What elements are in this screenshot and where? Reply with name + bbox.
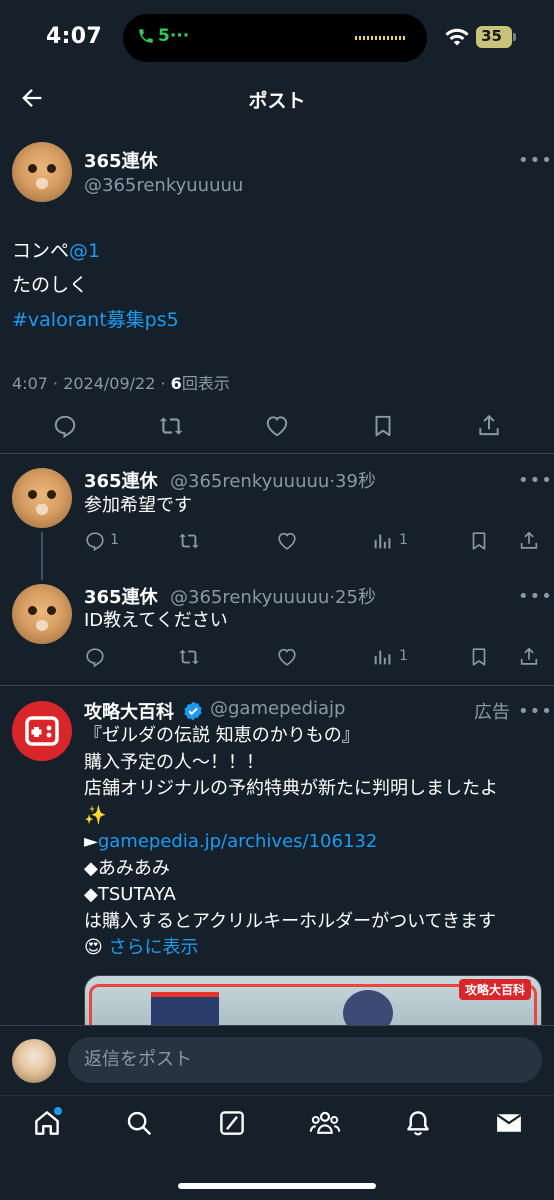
like-heart-icon[interactable] — [264, 413, 290, 439]
ad-line: 『ゼルダの伝説 知恵のかりもの』 — [84, 725, 360, 746]
wifi-icon — [445, 28, 469, 46]
gamepad-logo-icon — [25, 716, 59, 746]
repost-icon[interactable] — [158, 413, 184, 439]
reply-icon[interactable] — [52, 413, 78, 439]
ad-image-logo: 攻略大百科 — [458, 979, 531, 1000]
reply-icon[interactable] — [84, 646, 106, 668]
ad-line: は購入するとアクリルキーホルダーがついてきます — [84, 910, 497, 932]
search-icon[interactable] — [124, 1108, 154, 1138]
share-icon[interactable] — [476, 413, 502, 439]
advertiser-name[interactable]: 攻略大百科 — [84, 698, 174, 724]
battery-indicator: 35 — [476, 26, 516, 48]
repost-icon[interactable] — [178, 530, 200, 552]
more-options-icon[interactable]: ••• — [518, 701, 553, 722]
reply-input[interactable]: 返信をポスト — [68, 1037, 542, 1083]
ad-line: 店舗オリジナルの予約特典が新たに判明しましたよ — [84, 778, 498, 799]
communities-icon[interactable] — [309, 1108, 341, 1138]
more-options-icon[interactable]: ••• — [518, 470, 553, 491]
share-icon[interactable] — [518, 530, 540, 552]
author-avatar[interactable] — [12, 142, 72, 202]
views-count: 1 — [399, 532, 408, 548]
reply-avatar[interactable] — [12, 584, 72, 644]
like-heart-icon[interactable] — [276, 530, 298, 552]
status-bar: 4:07 5··· 35 — [0, 0, 554, 76]
ad-url-link[interactable]: gamepedia.jp/archives/106132 — [98, 831, 377, 852]
ad-line-more: 😍 さらに表示 — [84, 937, 199, 958]
mention-link[interactable]: @1 — [69, 240, 100, 262]
views-chart-icon[interactable] — [372, 646, 394, 668]
ad-line: 購入予定の人～！！！ — [84, 751, 264, 773]
messages-envelope-icon[interactable] — [494, 1108, 524, 1138]
advertiser-handle[interactable]: @gamepediajp — [210, 698, 345, 719]
grok-icon[interactable] — [217, 1108, 247, 1138]
post-meta: 4:07 · 2024/09/22 · 6回表示 — [12, 374, 230, 393]
ad-line: ◆あみあみ — [84, 857, 170, 879]
audio-waveform-icon — [355, 36, 407, 40]
ad-link-line: ►gamepedia.jp/archives/106132 — [84, 831, 378, 852]
ad-label: 広告 — [474, 702, 510, 723]
like-heart-icon[interactable] — [276, 646, 298, 668]
bookmark-icon[interactable] — [468, 530, 490, 552]
more-options-icon[interactable]: ••• — [518, 586, 553, 607]
home-indicator[interactable] — [178, 1183, 376, 1189]
call-duration: 5··· — [158, 26, 190, 46]
reply-icon[interactable] — [84, 530, 106, 552]
show-more-link[interactable]: さらに表示 — [109, 937, 199, 958]
divider — [0, 453, 554, 454]
post-text-line-2: たのしく — [12, 274, 89, 296]
current-user-avatar[interactable] — [12, 1039, 56, 1083]
hashtag-link[interactable]: #valorant募集ps5 — [12, 303, 179, 337]
reply-text: ID教えてください — [84, 610, 228, 631]
reply-text: 参加希望です — [84, 495, 192, 516]
author-name[interactable]: 365連休 — [84, 147, 158, 173]
ad-line: ✨ — [84, 804, 107, 826]
home-notification-dot — [54, 1107, 62, 1115]
more-options-icon[interactable]: ••• — [518, 150, 553, 171]
dynamic-island[interactable]: 5··· — [123, 14, 427, 62]
repost-icon[interactable] — [178, 646, 200, 668]
page-title: ポスト — [248, 90, 306, 112]
divider — [0, 685, 554, 686]
reply-count: 1 — [110, 532, 119, 548]
author-handle[interactable]: @365renkyuuuuu — [84, 175, 243, 196]
status-time: 4:07 — [46, 24, 102, 49]
bookmark-icon[interactable] — [370, 413, 396, 439]
reply-avatar[interactable] — [12, 468, 72, 528]
phone-icon — [139, 29, 153, 43]
share-icon[interactable] — [518, 646, 540, 668]
ad-line: ◆TSUTAYA — [84, 884, 176, 905]
advertiser-avatar[interactable] — [12, 701, 72, 761]
verified-badge-icon — [184, 701, 202, 721]
views-count: 1 — [399, 648, 408, 664]
bookmark-icon[interactable] — [468, 646, 490, 668]
reply-meta[interactable]: @365renkyuuuuu·39秒 — [170, 467, 376, 493]
top-nav: ポスト — [0, 76, 554, 120]
ad-body: 『ゼルダの伝説 知恵のかりもの』 購入予定の人～！！！ 店舗オリジナルの予約特典… — [84, 723, 498, 962]
thread-connector — [41, 532, 43, 580]
post-text-line-1: コンペ@1 — [12, 240, 101, 262]
reply-composer-bar: 返信をポスト — [0, 1025, 554, 1095]
notifications-bell-icon[interactable] — [403, 1108, 433, 1138]
views-chart-icon[interactable] — [372, 530, 394, 552]
